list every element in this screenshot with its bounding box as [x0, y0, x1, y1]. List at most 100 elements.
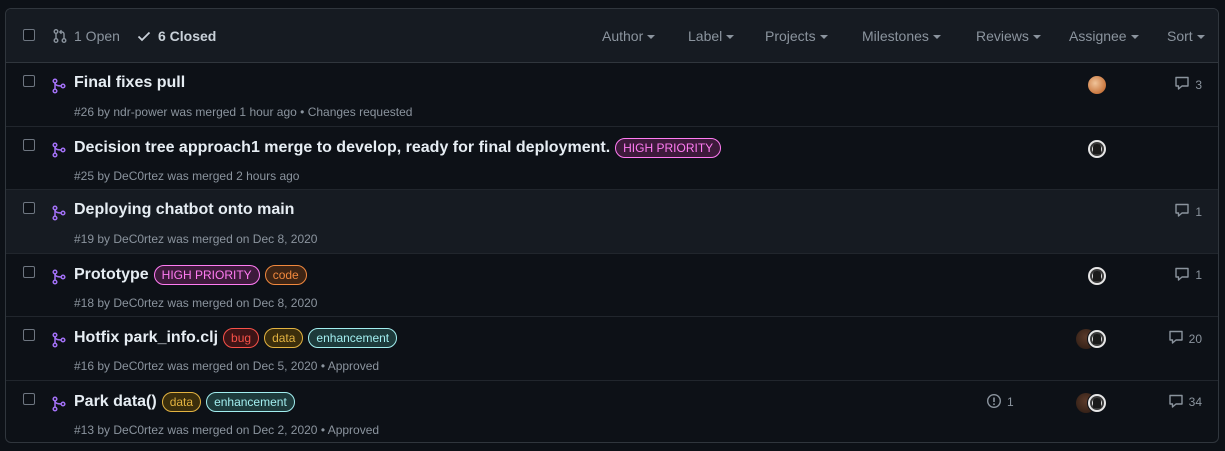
review-status[interactable]: • Changes requested	[297, 105, 412, 119]
row-checkbox[interactable]	[23, 329, 35, 341]
merged-icon	[52, 268, 66, 290]
filter-reviews-dropdown[interactable]: Reviews	[976, 9, 1041, 63]
author-link[interactable]: DeC0rtez	[113, 169, 164, 183]
merge-status: was merged on Dec 5, 2020	[164, 359, 318, 373]
by-text: by	[94, 359, 114, 373]
author-link[interactable]: DeC0rtez	[113, 359, 164, 373]
filter-label: Label	[688, 28, 723, 44]
pr-title-link[interactable]: Park data()	[74, 393, 157, 411]
by-text: by	[94, 168, 114, 183]
pull-request-row[interactable]: Park data() data enhancement #13 by DeC0rte…	[6, 381, 1218, 443]
pull-request-row[interactable]: Deploying chatbot onto main #19 by DeC0rt…	[6, 190, 1218, 254]
pr-number: #13	[74, 422, 95, 437]
merge-status: was merged 2 hours ago	[164, 168, 300, 183]
pr-meta: #26 by ndr-power was merged 1 hour ago •…	[74, 105, 412, 119]
pull-request-list: 1 Open 6 Closed Author Label Projects Miles…	[5, 8, 1219, 443]
comments-link[interactable]: 20	[1168, 329, 1202, 348]
issue-icon	[986, 393, 1007, 412]
row-checkbox[interactable]	[23, 75, 35, 87]
pr-title-link[interactable]: Decision tree approach1 merge to develop…	[74, 139, 610, 157]
title-line: Decision tree approach1 merge to develop…	[74, 137, 722, 158]
comment-count: 1	[1195, 204, 1202, 219]
filter-milestones-dropdown[interactable]: Milestones	[862, 9, 941, 63]
by-text: by	[94, 295, 114, 310]
pr-meta: #18 by DeC0rtez was merged on Dec 8, 202…	[74, 296, 317, 310]
caret-down-icon	[819, 35, 828, 39]
avatar[interactable]	[1087, 329, 1107, 349]
row-checkbox[interactable]	[23, 265, 35, 278]
pr-number: #26	[74, 105, 95, 119]
comment-count: 3	[1195, 77, 1202, 92]
label-badge[interactable]: HIGH PRIORITY	[153, 264, 260, 285]
comment-count: 34	[1188, 395, 1202, 409]
label-badge[interactable]: HIGH PRIORITY	[615, 137, 722, 158]
comment-count: 20	[1188, 331, 1202, 346]
avatar[interactable]	[1087, 265, 1107, 286]
pr-title-link[interactable]: Hotfix park_info.clj	[74, 329, 218, 347]
row-checkbox[interactable]	[23, 138, 35, 151]
by-text: by	[94, 422, 114, 437]
caret-down-icon	[726, 35, 735, 39]
pull-request-row[interactable]: Final fixes pull #26 by ndr-power was mer…	[6, 63, 1218, 127]
author-link[interactable]: DeC0rtez	[113, 232, 164, 246]
filter-projects-dropdown[interactable]: Projects	[765, 9, 828, 63]
filter-author-dropdown[interactable]: Author	[602, 9, 656, 63]
pr-title-link[interactable]: Prototype	[74, 266, 149, 284]
pr-title-link[interactable]: Final fixes pull	[74, 74, 185, 92]
label-badge[interactable]: code	[264, 264, 307, 285]
comment-icon	[1174, 202, 1195, 221]
avatar[interactable]	[1087, 138, 1107, 159]
list-header: 1 Open 6 Closed Author Label Projects Miles…	[6, 9, 1218, 63]
review-status[interactable]: • Approved	[317, 423, 379, 437]
pr-number: #16	[74, 359, 95, 373]
label-badge[interactable]: data	[161, 391, 202, 412]
comments-link[interactable]: 1	[1174, 266, 1202, 285]
author-link[interactable]: ndr-power	[113, 105, 167, 119]
pr-meta: #13 by DeC0rtez was merged on Dec 2, 202…	[74, 423, 379, 437]
pull-request-row[interactable]: Decision tree approach1 merge to develop…	[6, 127, 1218, 190]
pr-number: #19	[74, 232, 95, 246]
filter-label: Author	[602, 28, 644, 44]
label-badge[interactable]: data	[264, 328, 304, 348]
pr-number: #25	[74, 168, 95, 183]
avatar[interactable]	[1087, 75, 1107, 95]
filter-assignee-dropdown[interactable]: Assignee	[1069, 9, 1139, 63]
pull-request-row[interactable]: Prototype HIGH PRIORITY code #18 by DeC0rte…	[6, 254, 1218, 317]
filter-label: Assignee	[1069, 28, 1127, 44]
comment-icon	[1168, 393, 1189, 412]
merged-icon	[52, 395, 66, 417]
filter-sort-dropdown[interactable]: Sort	[1167, 9, 1205, 63]
linked-issues[interactable]: 1	[986, 393, 1014, 412]
author-link[interactable]: DeC0rtez	[113, 296, 164, 310]
merged-icon	[52, 141, 66, 163]
pull-request-row[interactable]: Hotfix park_info.clj bug data enhancement #1…	[6, 317, 1218, 381]
linked-issues-count: 1	[1007, 395, 1014, 409]
title-line: Hotfix park_info.clj bug data enhancement	[74, 328, 398, 348]
row-checkbox[interactable]	[23, 202, 35, 214]
row-checkbox[interactable]	[23, 392, 35, 405]
caret-down-icon	[1032, 35, 1041, 39]
filter-label: Reviews	[976, 28, 1029, 44]
merge-status: was merged on Dec 8, 2020	[164, 295, 318, 310]
avatar[interactable]	[1087, 392, 1107, 413]
merge-status: was merged on Dec 2, 2020	[164, 422, 318, 437]
review-status[interactable]: • Approved	[317, 359, 379, 373]
caret-down-icon	[647, 35, 656, 39]
author-link[interactable]: DeC0rtez	[113, 423, 164, 437]
filter-label-dropdown[interactable]: Label	[688, 9, 735, 63]
title-line: Deploying chatbot onto main	[74, 201, 294, 219]
by-text: by	[94, 232, 114, 246]
label-badge[interactable]: bug	[223, 328, 260, 348]
pr-title-link[interactable]: Deploying chatbot onto main	[74, 201, 294, 219]
title-line: Final fixes pull	[74, 74, 185, 92]
comments-link[interactable]: 34	[1168, 393, 1202, 412]
filter-label: Milestones	[862, 28, 929, 44]
merged-icon	[52, 332, 66, 353]
label-badge[interactable]: enhancement	[308, 328, 398, 348]
pr-number: #18	[74, 295, 95, 310]
comments-link[interactable]: 3	[1174, 75, 1202, 94]
title-line: Prototype HIGH PRIORITY code	[74, 264, 307, 285]
comments-link[interactable]: 1	[1174, 202, 1202, 221]
label-badge[interactable]: enhancement	[206, 391, 295, 412]
pr-meta: #19 by DeC0rtez was merged on Dec 8, 202…	[74, 232, 317, 246]
